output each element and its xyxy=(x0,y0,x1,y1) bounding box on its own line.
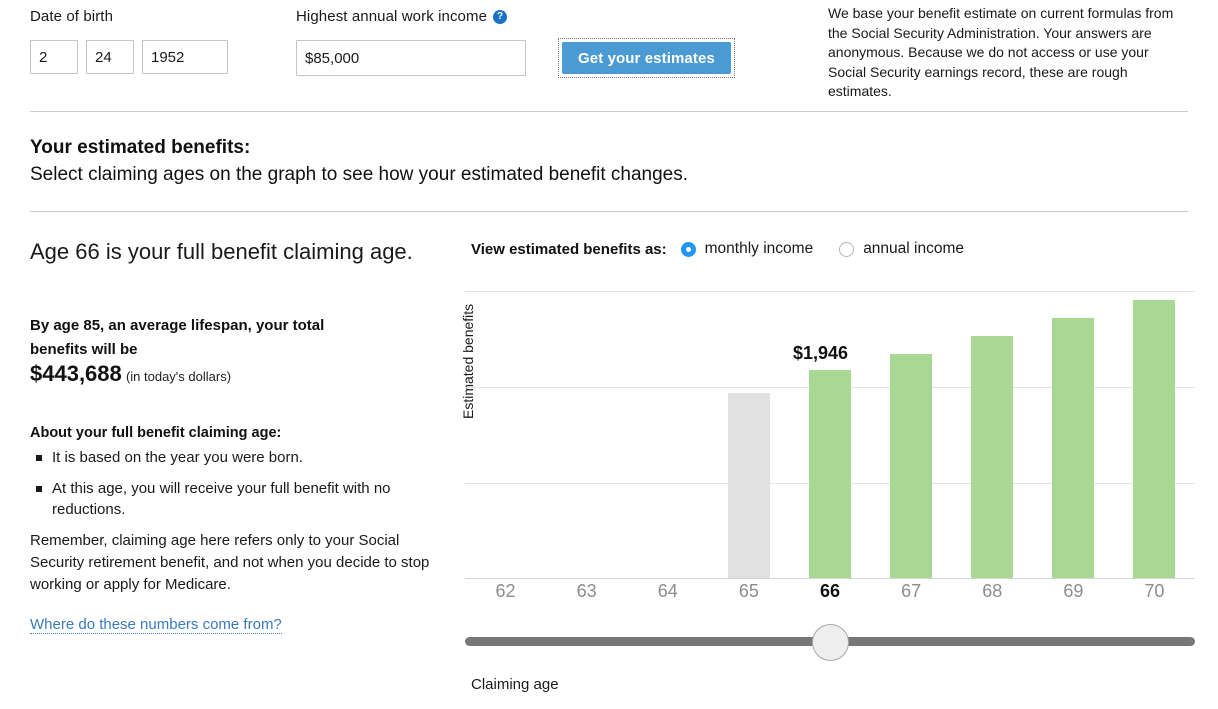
chart-panel: View estimated benefits as: monthly inco… xyxy=(435,236,1195,706)
bar-68[interactable] xyxy=(971,336,1014,578)
radio-selected-icon[interactable] xyxy=(680,241,696,257)
list-item: It is based on the year you were born. xyxy=(30,447,430,468)
date-of-birth-group: Date of birth xyxy=(30,8,228,74)
lifetime-total-block: By age 85, an average lifespan, your tot… xyxy=(30,314,430,389)
radio-annual-income-label: annual income xyxy=(863,240,965,257)
income-group: Highest annual work income ? xyxy=(296,8,526,76)
dob-year-input[interactable] xyxy=(142,40,228,74)
bar-70[interactable] xyxy=(1133,300,1176,578)
lifetime-total-note: (in today's dollars) xyxy=(125,369,232,384)
radio-monthly-income-label: monthly income xyxy=(704,240,814,257)
benefit-summary-panel: Age 66 is your full benefit claiming age… xyxy=(30,238,430,634)
selected-bar-value-label: $1,946 xyxy=(793,343,849,364)
where-do-numbers-come-from-link[interactable]: Where do these numbers come from? xyxy=(30,616,282,634)
radio-annual-income[interactable]: annual income xyxy=(839,240,964,258)
dob-month-input[interactable] xyxy=(30,40,78,74)
about-claiming-age-block: About your full benefit claiming age: It… xyxy=(30,423,430,634)
income-label: Highest annual work income xyxy=(296,8,488,25)
bar-66[interactable] xyxy=(809,370,851,578)
x-tick-66[interactable]: 66 xyxy=(809,581,851,602)
get-your-estimates-button[interactable]: Get your estimates xyxy=(562,42,731,74)
lifetime-total-amount: $443,688 xyxy=(30,361,122,386)
estimator-form: Date of birth Highest annual work income… xyxy=(0,0,1218,100)
divider-top xyxy=(30,111,1188,112)
bar-67[interactable] xyxy=(890,353,933,578)
dob-day-input[interactable] xyxy=(86,40,134,74)
disclaimer-text: We base your benefit estimate on current… xyxy=(828,5,1174,99)
view-as-controls: View estimated benefits as: monthly inco… xyxy=(471,240,990,258)
submit-focus-ring: Get your estimates xyxy=(558,38,735,78)
x-tick-67[interactable]: 67 xyxy=(890,581,932,602)
x-axis-title: Claiming age xyxy=(471,676,559,693)
x-axis-baseline xyxy=(465,578,1195,579)
income-input[interactable] xyxy=(296,40,526,76)
bar-chart-plot-area: Estimated benefits $1,946 xyxy=(460,291,1195,579)
full-benefit-age-title: Age 66 is your full benefit claiming age… xyxy=(30,239,413,264)
question-mark-icon[interactable]: ? xyxy=(493,10,508,24)
results-heading-block: Your estimated benefits: Select claiming… xyxy=(30,135,688,188)
results-heading: Your estimated benefits: xyxy=(30,137,251,158)
divider-middle xyxy=(30,211,1188,212)
lifetime-total-line-1: By age 85, an average lifespan, your tot… xyxy=(30,317,325,334)
x-tick-65[interactable]: 65 xyxy=(728,581,770,602)
view-as-label: View estimated benefits as: xyxy=(471,240,667,258)
x-tick-70[interactable]: 70 xyxy=(1133,581,1175,602)
date-of-birth-label: Date of birth xyxy=(30,8,114,25)
lifetime-total-line-2: benefits will be xyxy=(30,341,138,358)
x-tick-63[interactable]: 63 xyxy=(566,581,608,602)
bar-series xyxy=(465,291,1195,578)
remember-paragraph: Remember, claiming age here refers only … xyxy=(30,532,430,593)
x-tick-69[interactable]: 69 xyxy=(1052,581,1094,602)
radio-monthly-income[interactable]: monthly income xyxy=(680,240,814,258)
benefit-estimator-page: Date of birth Highest annual work income… xyxy=(0,0,1218,709)
about-claiming-age-heading: About your full benefit claiming age: xyxy=(30,425,282,441)
x-axis-ticks: 62 63 64 65 66 67 68 69 70 xyxy=(465,581,1195,607)
radio-unselected-icon[interactable] xyxy=(839,241,855,257)
bar-69[interactable] xyxy=(1052,318,1095,578)
x-tick-64[interactable]: 64 xyxy=(647,581,689,602)
x-tick-62[interactable]: 62 xyxy=(485,581,527,602)
slider-thumb[interactable] xyxy=(811,624,849,661)
bar-65[interactable] xyxy=(727,392,770,578)
x-tick-68[interactable]: 68 xyxy=(971,581,1013,602)
claiming-age-slider[interactable] xyxy=(465,624,1195,661)
results-subheading: Select claiming ages on the graph to see… xyxy=(30,164,689,185)
about-claiming-age-list: It is based on the year you were born. A… xyxy=(30,447,430,520)
list-item: At this age, you will receive your full … xyxy=(30,478,430,520)
